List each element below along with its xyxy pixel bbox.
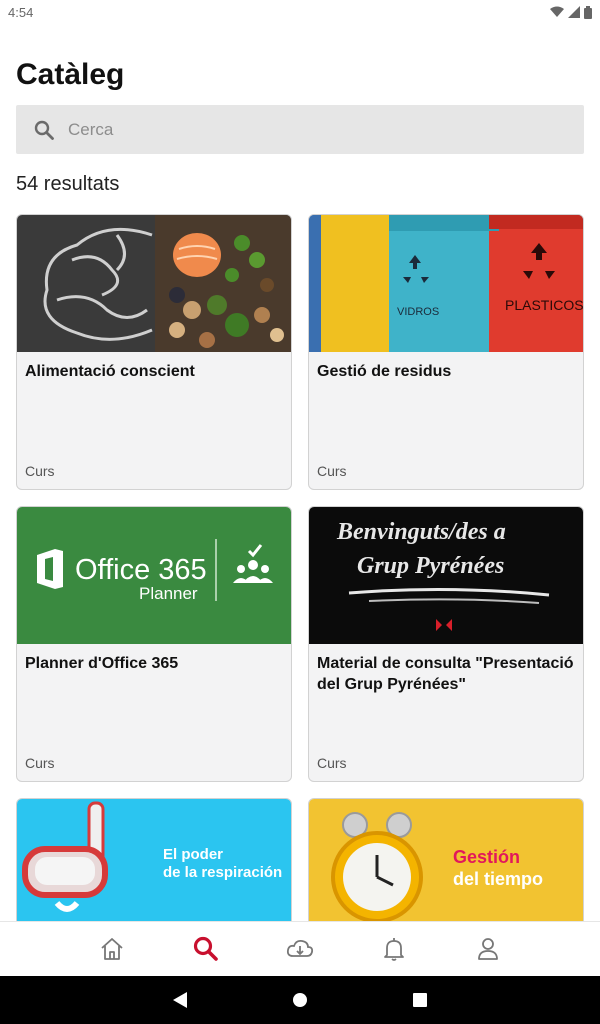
course-title: Gestió de residus — [317, 363, 452, 380]
home-circle-icon[interactable] — [292, 992, 308, 1008]
course-card[interactable]: Benvinguts/des a Grup Pyrénées Material … — [308, 506, 584, 782]
download-cloud-icon — [286, 939, 314, 957]
course-thumbnail-brain-food — [17, 215, 291, 352]
course-thumbnail-recycling-bins: VIDROS PLASTICOS — [309, 215, 583, 352]
course-title: Alimentació conscient — [25, 363, 195, 380]
snorkel-text-1: El poder — [163, 846, 223, 863]
nav-notifications[interactable] — [374, 929, 414, 969]
bottom-navigation — [0, 921, 600, 976]
search-icon — [34, 120, 54, 140]
course-card[interactable]: VIDROS PLASTICOS Gestió de residus Curs — [308, 214, 584, 490]
result-count: 54 resultats — [16, 173, 120, 195]
status-icons — [550, 5, 592, 19]
nav-downloads[interactable] — [280, 929, 320, 969]
snorkel-text-2: de la respiración — [163, 864, 282, 881]
chalk-line-1: Benvinguts/des a — [336, 519, 506, 545]
search-icon — [193, 936, 218, 961]
course-type: Curs — [25, 755, 55, 771]
bin-label-glass: VIDROS — [397, 306, 439, 318]
nav-search[interactable] — [186, 929, 226, 969]
office-sub-text: Planner — [139, 584, 198, 603]
wifi-icon — [550, 6, 564, 17]
status-time: 4:54 — [8, 4, 34, 20]
status-bar: 4:54 — [0, 0, 600, 24]
signal-icon — [568, 6, 580, 18]
user-icon — [478, 938, 498, 960]
chalk-line-2: Grup Pyrénées — [357, 553, 504, 579]
course-type: Curs — [25, 463, 55, 479]
home-icon — [101, 938, 123, 960]
search-bar[interactable]: Cerca — [16, 105, 584, 154]
battery-icon — [584, 5, 592, 19]
course-title: Planner d'Office 365 — [25, 655, 179, 672]
system-navigation-bar — [0, 976, 600, 1024]
bin-label-plastic: PLASTICOS — [505, 297, 583, 313]
office-brand-text: Office 365 — [75, 554, 207, 586]
clock-text-2: del tiempo — [453, 869, 543, 889]
course-thumbnail-chalkboard: Benvinguts/des a Grup Pyrénées — [309, 507, 583, 644]
course-type: Curs — [317, 755, 347, 771]
course-card[interactable]: Office 365 Planner Planner d'Office 365 … — [16, 506, 292, 782]
nav-profile[interactable] — [468, 929, 508, 969]
course-type: Curs — [317, 463, 347, 479]
nav-home[interactable] — [92, 929, 132, 969]
course-thumbnail-snorkel: El poder de la respiración — [17, 799, 291, 936]
course-thumbnail-alarm-clock: Gestión del tiempo — [309, 799, 583, 936]
clock-text-1: Gestión — [453, 847, 520, 867]
course-title: Material de consulta "Presentació del Gr… — [317, 655, 574, 693]
page-title: Catàleg — [16, 58, 125, 91]
bell-icon — [384, 938, 404, 961]
search-placeholder: Cerca — [68, 119, 114, 139]
recents-icon[interactable] — [412, 992, 428, 1008]
course-card[interactable]: Alimentació conscient Curs — [16, 214, 292, 490]
back-icon[interactable] — [172, 991, 188, 1009]
course-thumbnail-office365: Office 365 Planner — [17, 507, 291, 644]
